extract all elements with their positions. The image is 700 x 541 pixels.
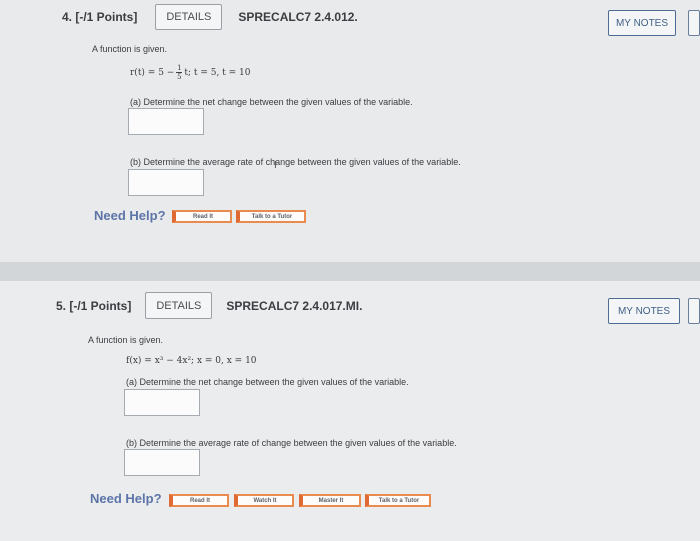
question-5-read-it-button[interactable]: Read It bbox=[169, 494, 229, 507]
question-4-formula-lhs: r(t) = 5 − bbox=[130, 67, 175, 78]
question-4-need-help: Need Help? bbox=[94, 208, 166, 223]
question-5-side-toggle[interactable] bbox=[688, 298, 700, 324]
question-5-points: 5. [-/1 Points] bbox=[56, 298, 132, 313]
question-4-formula: r(t) = 5 − 1 5 t; t = 5, t = 10 bbox=[130, 64, 251, 81]
question-5-my-notes-button[interactable]: MY NOTES bbox=[608, 298, 680, 324]
question-4-part-a: (a) Determine the net change between the… bbox=[130, 97, 413, 107]
question-5-talk-to-tutor-button[interactable]: Talk to a Tutor bbox=[365, 494, 431, 507]
question-5-part-a: (a) Determine the net change between the… bbox=[126, 377, 409, 387]
question-5-panel: 5. [-/1 Points] DETAILS SPRECALC7 2.4.01… bbox=[0, 281, 700, 541]
fraction-numerator: 1 bbox=[177, 64, 182, 72]
question-5-part-b-answer-input[interactable] bbox=[124, 449, 200, 476]
question-4-points: 4. [-/1 Points] bbox=[62, 10, 138, 24]
question-5-header: 5. [-/1 Points] DETAILS SPRECALC7 2.4.01… bbox=[56, 292, 362, 319]
question-4-my-notes-button[interactable]: MY NOTES bbox=[608, 10, 676, 36]
question-5-watch-it-button[interactable]: Watch It bbox=[234, 494, 294, 507]
question-4-formula-fraction: 1 5 bbox=[176, 64, 183, 81]
question-5-part-b: (b) Determine the average rate of change… bbox=[126, 438, 457, 448]
question-5-formula: f(x) = x³ − 4x²; x = 0, x = 10 bbox=[126, 356, 257, 366]
question-4-read-it-button[interactable]: Read It bbox=[172, 210, 232, 223]
question-4-side-toggle[interactable] bbox=[688, 10, 700, 36]
question-4-panel: 4. [-/1 Points] DETAILS SPRECALC7 2.4.01… bbox=[0, 0, 700, 262]
question-4-part-a-answer-input[interactable] bbox=[128, 108, 204, 135]
question-4-header: 4. [-/1 Points] DETAILS SPRECALC7 2.4.01… bbox=[62, 4, 358, 30]
question-5-part-a-answer-input[interactable] bbox=[124, 389, 200, 416]
question-5-intro: A function is given. bbox=[88, 335, 164, 345]
question-4-intro: A function is given. bbox=[92, 44, 168, 54]
question-4-code: SPRECALC7 2.4.012. bbox=[238, 10, 358, 24]
question-5-master-it-button[interactable]: Master It bbox=[299, 494, 361, 507]
question-4-part-b-answer-input[interactable] bbox=[128, 169, 204, 196]
text-cursor-icon: I bbox=[274, 160, 277, 171]
question-4-talk-to-tutor-button[interactable]: Talk to a Tutor bbox=[236, 210, 306, 223]
question-5-need-help: Need Help? bbox=[90, 491, 162, 506]
fraction-denominator: 5 bbox=[177, 73, 182, 81]
question-4-part-b: (b) Determine the average rate of change… bbox=[130, 157, 461, 167]
assignment-page: 4. [-/1 Points] DETAILS SPRECALC7 2.4.01… bbox=[0, 0, 700, 541]
question-5-details-button[interactable]: DETAILS bbox=[145, 292, 213, 319]
question-separator bbox=[0, 262, 700, 281]
question-4-details-button[interactable]: DETAILS bbox=[155, 4, 223, 30]
question-5-code: SPRECALC7 2.4.017.MI. bbox=[226, 298, 363, 313]
question-4-formula-rhs: t; t = 5, t = 10 bbox=[184, 67, 251, 78]
